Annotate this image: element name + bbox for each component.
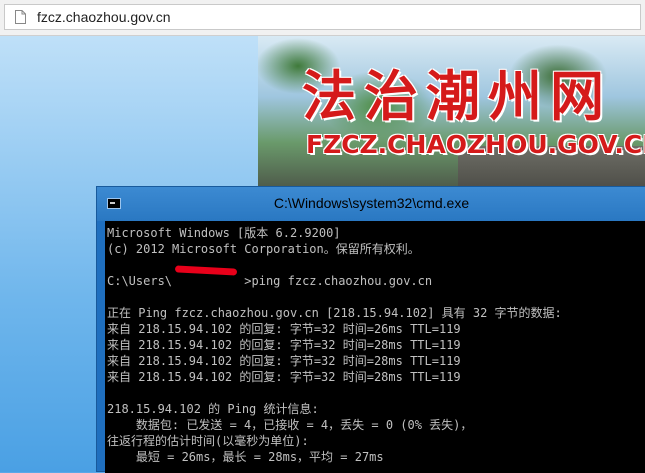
site-banner: 法治潮州网 FZCZ.CHAOZHOU.GOV.CN	[258, 36, 645, 188]
console-line: 往返行程的估计时间(以毫秒为单位):	[107, 434, 309, 448]
console-line: 最短 = 26ms，最长 = 28ms，平均 = 27ms	[107, 450, 384, 464]
banner-subtitle: FZCZ.CHAOZHOU.GOV.CN	[306, 130, 645, 159]
url-text[interactable]: fzcz.chaozhou.gov.cn	[37, 9, 171, 25]
console-output[interactable]: Microsoft Windows [版本 6.2.9200] (c) 2012…	[105, 221, 645, 473]
cmd-titlebar[interactable]: C:\Windows\system32\cmd.exe	[97, 187, 645, 221]
console-line: (c) 2012 Microsoft Corporation。保留所有权利。	[107, 242, 420, 256]
page-icon	[15, 10, 26, 24]
cmd-window-title: C:\Windows\system32\cmd.exe	[273, 195, 470, 211]
cmd-window[interactable]: C:\Windows\system32\cmd.exe Microsoft Wi…	[96, 186, 645, 473]
console-line: C:\Users\ >ping fzcz.chaozhou.gov.cn	[107, 274, 433, 288]
console-line: 来自 218.15.94.102 的回复: 字节=32 时间=28ms TTL=…	[107, 338, 461, 352]
console-line: 来自 218.15.94.102 的回复: 字节=32 时间=26ms TTL=…	[107, 322, 461, 336]
console-line: 正在 Ping fzcz.chaozhou.gov.cn [218.15.94.…	[107, 306, 562, 320]
browser-address-bar: fzcz.chaozhou.gov.cn	[0, 0, 645, 36]
url-field[interactable]: fzcz.chaozhou.gov.cn	[4, 4, 641, 30]
banner-title: 法治潮州网	[302, 64, 612, 128]
console-line: 218.15.94.102 的 Ping 统计信息:	[107, 402, 319, 416]
console-line: 数据包: 已发送 = 4，已接收 = 4，丢失 = 0 (0% 丢失)，	[107, 418, 473, 432]
console-line: 来自 218.15.94.102 的回复: 字节=32 时间=28ms TTL=…	[107, 354, 461, 368]
console-line: Microsoft Windows [版本 6.2.9200]	[107, 226, 341, 240]
console-line: 来自 218.15.94.102 的回复: 字节=32 时间=28ms TTL=…	[107, 370, 461, 384]
